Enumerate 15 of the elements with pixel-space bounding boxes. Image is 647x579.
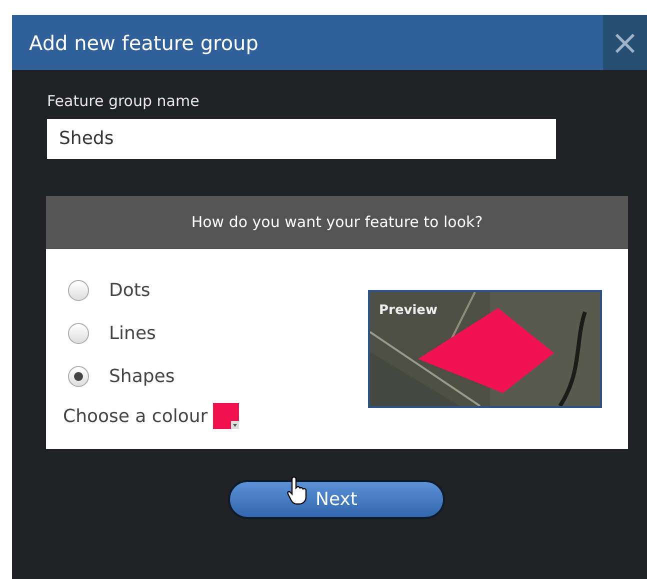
colour-label: Choose a colour xyxy=(63,404,208,428)
radio-button[interactable] xyxy=(68,322,89,344)
preview-label: Preview xyxy=(379,302,438,320)
name-input-field[interactable]: Sheds xyxy=(47,118,556,158)
next-button[interactable]: Next xyxy=(228,480,445,518)
dialog-title: Add new feature group xyxy=(28,30,260,56)
panel-heading: How do you want your feature to look? xyxy=(46,196,628,248)
colour-picker[interactable] xyxy=(212,403,239,429)
option-label: Dots xyxy=(109,278,150,302)
option-label: Lines xyxy=(109,322,156,346)
radio-button[interactable] xyxy=(68,280,89,300)
radio-button[interactable] xyxy=(68,366,89,386)
close-button[interactable]: × xyxy=(603,15,647,70)
field-label: Feature group name xyxy=(47,91,200,112)
option-label: Shapes xyxy=(109,364,175,388)
